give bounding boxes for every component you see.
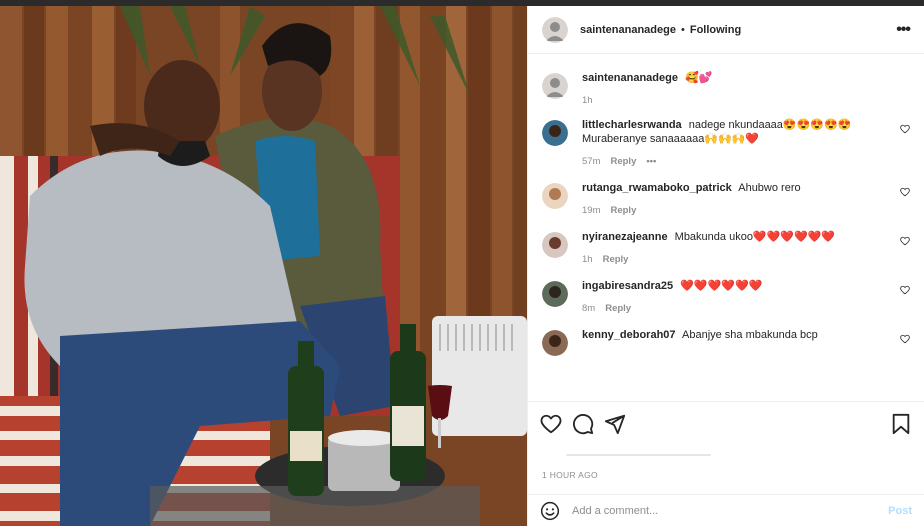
commenter-avatar[interactable]	[542, 281, 568, 307]
comment-text: Ahubwo rero	[738, 182, 801, 194]
comment-item: littlecharlesrwanda nadege nkundaaaa😍😍😍😍…	[542, 118, 910, 167]
author-avatar[interactable]	[542, 16, 568, 43]
comment-item: nyiranezajeanne Mbakunda ukoo❤️❤️❤️❤️❤️❤…	[542, 230, 910, 265]
like-comment-heart-icon[interactable]	[900, 285, 910, 295]
emoji-icon[interactable]	[540, 501, 560, 521]
reply-button[interactable]: Reply	[610, 205, 636, 216]
comment-time: 1h	[582, 254, 593, 265]
commenter-avatar[interactable]	[542, 183, 568, 209]
comment-time: 19m	[582, 205, 601, 216]
reply-button[interactable]: Reply	[603, 254, 629, 265]
comment-username[interactable]: rutanga_rwamaboko_patrick	[582, 182, 732, 194]
bookmark-icon[interactable]	[890, 413, 912, 435]
comment-username[interactable]: ingabiresandra25	[582, 280, 673, 292]
add-comment-input[interactable]	[572, 504, 889, 517]
comment-text: ❤️❤️❤️❤️❤️❤️	[680, 280, 763, 292]
commenter-avatar[interactable]	[542, 120, 568, 146]
comment-time: 8m	[582, 303, 596, 314]
caption-username[interactable]: saintenananadege	[582, 72, 678, 84]
following-button[interactable]: Following	[690, 24, 741, 36]
likes-placeholder-bar	[541, 454, 711, 456]
comment-text: Mbakunda ukoo❤️❤️❤️❤️❤️❤️	[674, 231, 836, 243]
caption-text: 🥰💕	[685, 72, 713, 84]
share-icon[interactable]	[604, 413, 626, 435]
heart-icon[interactable]	[540, 413, 562, 435]
like-comment-heart-icon[interactable]	[900, 334, 910, 344]
post-actions	[528, 401, 924, 465]
reply-button[interactable]: Reply	[605, 303, 631, 314]
post-photo[interactable]	[0, 6, 527, 526]
comment-item: ingabiresandra25 ❤️❤️❤️❤️❤️❤️ 8m Reply	[542, 279, 910, 314]
post-sidebar: saintenananadege • Following ••• sainten…	[527, 6, 924, 526]
like-comment-heart-icon[interactable]	[900, 124, 910, 134]
comment-username[interactable]: littlecharlesrwanda	[582, 119, 682, 131]
comment-options-icon[interactable]: •••	[646, 156, 656, 167]
post-time-ago[interactable]: 1 HOUR AGO	[542, 470, 598, 480]
caption-time: 1h	[582, 95, 593, 106]
post-photo-illustration	[0, 6, 527, 526]
comment-text: Abanjye sha mbakunda bcp	[682, 329, 818, 341]
comment-item: kenny_deborah07 Abanjye sha mbakunda bcp	[542, 328, 910, 356]
comment-username[interactable]: nyiranezajeanne	[582, 231, 668, 243]
more-options-icon[interactable]: •••	[896, 21, 911, 39]
comment-username[interactable]: kenny_deborah07	[582, 329, 676, 341]
reply-button[interactable]: Reply	[610, 156, 636, 167]
author-username[interactable]: saintenananadege	[580, 24, 676, 36]
caption-avatar[interactable]	[542, 73, 568, 99]
comments-list[interactable]: saintenananadege 🥰💕 1h littlecharlesrwan…	[528, 55, 924, 401]
post-header: saintenananadege • Following •••	[528, 6, 924, 54]
post-comment-button[interactable]: Post	[888, 505, 912, 517]
caption: saintenananadege 🥰💕 1h	[542, 71, 910, 106]
like-comment-heart-icon[interactable]	[900, 236, 910, 246]
commenter-avatar[interactable]	[542, 330, 568, 356]
comment-item: rutanga_rwamaboko_patrick Ahubwo rero 19…	[542, 181, 910, 216]
header-separator: •	[680, 23, 685, 36]
comment-time: 57m	[582, 156, 601, 167]
add-comment-bar: Post	[528, 494, 924, 526]
commenter-avatar[interactable]	[542, 232, 568, 258]
like-comment-heart-icon[interactable]	[900, 187, 910, 197]
comment-icon[interactable]	[572, 413, 594, 435]
